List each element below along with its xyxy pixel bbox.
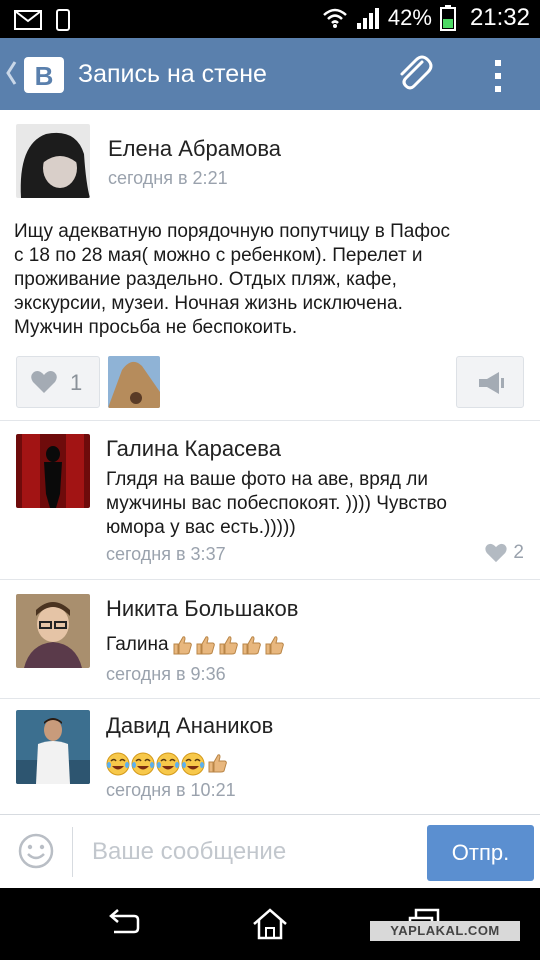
post-text-line: Мужчин просьба не беспокоить. xyxy=(14,317,298,338)
overflow-menu-icon[interactable] xyxy=(484,56,512,96)
message-composer: Отпр. xyxy=(0,814,540,888)
emoji-row xyxy=(171,634,285,656)
post-text: Ищу адекватную порядочную попутчицу в Па… xyxy=(14,220,524,340)
watermark: YAPLAKAL.COM xyxy=(370,921,520,941)
share-button[interactable] xyxy=(456,356,524,408)
post-text-line: экскурсии, музеи. Ночная жизнь исключена… xyxy=(14,293,403,314)
thumbs-up-icon xyxy=(219,636,238,655)
comment-text: Глядя на ваше фото на аве, вряд ли мужчи… xyxy=(106,468,526,540)
thumbs-up-icon xyxy=(242,636,261,655)
post-author-name[interactable]: Елена Абрамова xyxy=(108,136,281,162)
thumbs-up-icon xyxy=(208,754,227,773)
comment-like-count: 2 xyxy=(513,542,524,563)
comment-time: сегодня в 10:21 xyxy=(106,780,236,800)
status-bar: 42% 21:32 xyxy=(0,0,540,38)
avatar[interactable] xyxy=(16,124,90,198)
comment-author-name[interactable]: Давид Анаников xyxy=(106,713,273,739)
heart-icon xyxy=(485,543,508,563)
thumbs-up-icon xyxy=(265,636,284,655)
comment-like-button[interactable]: 2 xyxy=(485,542,524,564)
back-chevron-icon[interactable] xyxy=(4,58,18,88)
divider xyxy=(0,698,540,699)
avatar[interactable] xyxy=(16,594,90,668)
attach-paperclip-icon[interactable] xyxy=(392,52,436,96)
smiley-icon[interactable] xyxy=(18,833,54,869)
thumbs-up-icon xyxy=(196,636,215,655)
megaphone-icon xyxy=(479,372,504,394)
comment-text-line: Глядя на ваше фото на аве, вряд ли xyxy=(106,469,428,490)
tears-of-joy-icon xyxy=(131,752,155,776)
like-count: 1 xyxy=(70,370,83,395)
post-text-line: Ищу адекватную порядочную попутчицу в Па… xyxy=(14,221,451,242)
comment-time: сегодня в 3:37 xyxy=(106,544,226,564)
tears-of-joy-icon xyxy=(106,752,130,776)
comment-text-line: мужчины вас побеспокоят. )))) Чувство xyxy=(106,493,447,514)
wifi-icon xyxy=(323,8,347,28)
signal-icon xyxy=(356,8,379,29)
comment-author-name[interactable]: Никита Большаков xyxy=(106,596,298,622)
avatar[interactable] xyxy=(16,710,90,784)
post-time: сегодня в 2:21 xyxy=(108,168,228,188)
comment-text-line: Галина xyxy=(106,634,169,655)
tears-of-joy-icon xyxy=(181,752,205,776)
comment-time: сегодня в 9:36 xyxy=(106,664,226,684)
app-header: B Запись на стене xyxy=(0,38,540,110)
phone-icon xyxy=(56,9,70,31)
thumbs-up-icon xyxy=(173,636,192,655)
post-text-line: проживание раздельно. Отдых пляж, кафе, xyxy=(14,269,397,290)
status-clock: 21:32 xyxy=(469,4,530,31)
divider xyxy=(0,579,540,580)
emoji-row xyxy=(106,752,228,776)
liker-avatar[interactable] xyxy=(108,356,160,408)
send-button[interactable]: Отпр. xyxy=(427,825,534,881)
page-title: Запись на стене xyxy=(78,60,267,88)
battery-icon xyxy=(439,5,456,31)
vk-logo-icon[interactable]: B xyxy=(24,57,64,93)
comment-text: Галина xyxy=(106,634,285,656)
like-button[interactable]: 1 xyxy=(16,356,100,408)
divider xyxy=(0,420,540,421)
avatar[interactable] xyxy=(16,434,90,508)
comment-text-line: юмора у вас есть.))))) xyxy=(106,517,296,538)
post-text-line: с 18 по 28 мая( можно с ребенком). Перел… xyxy=(14,245,423,266)
message-input[interactable] xyxy=(80,825,416,879)
comment-author-name[interactable]: Галина Карасева xyxy=(106,436,281,462)
heart-icon xyxy=(31,371,57,393)
composer-divider xyxy=(72,827,73,877)
battery-percent: 42% xyxy=(387,5,432,30)
back-icon[interactable] xyxy=(102,906,142,942)
mail-icon xyxy=(14,10,42,30)
vk-logo-letter: B xyxy=(35,61,54,91)
home-icon[interactable] xyxy=(250,906,290,942)
wall-post-content: Елена Абрамова сегодня в 2:21 Ищу адеква… xyxy=(0,110,540,814)
tears-of-joy-icon xyxy=(156,752,180,776)
